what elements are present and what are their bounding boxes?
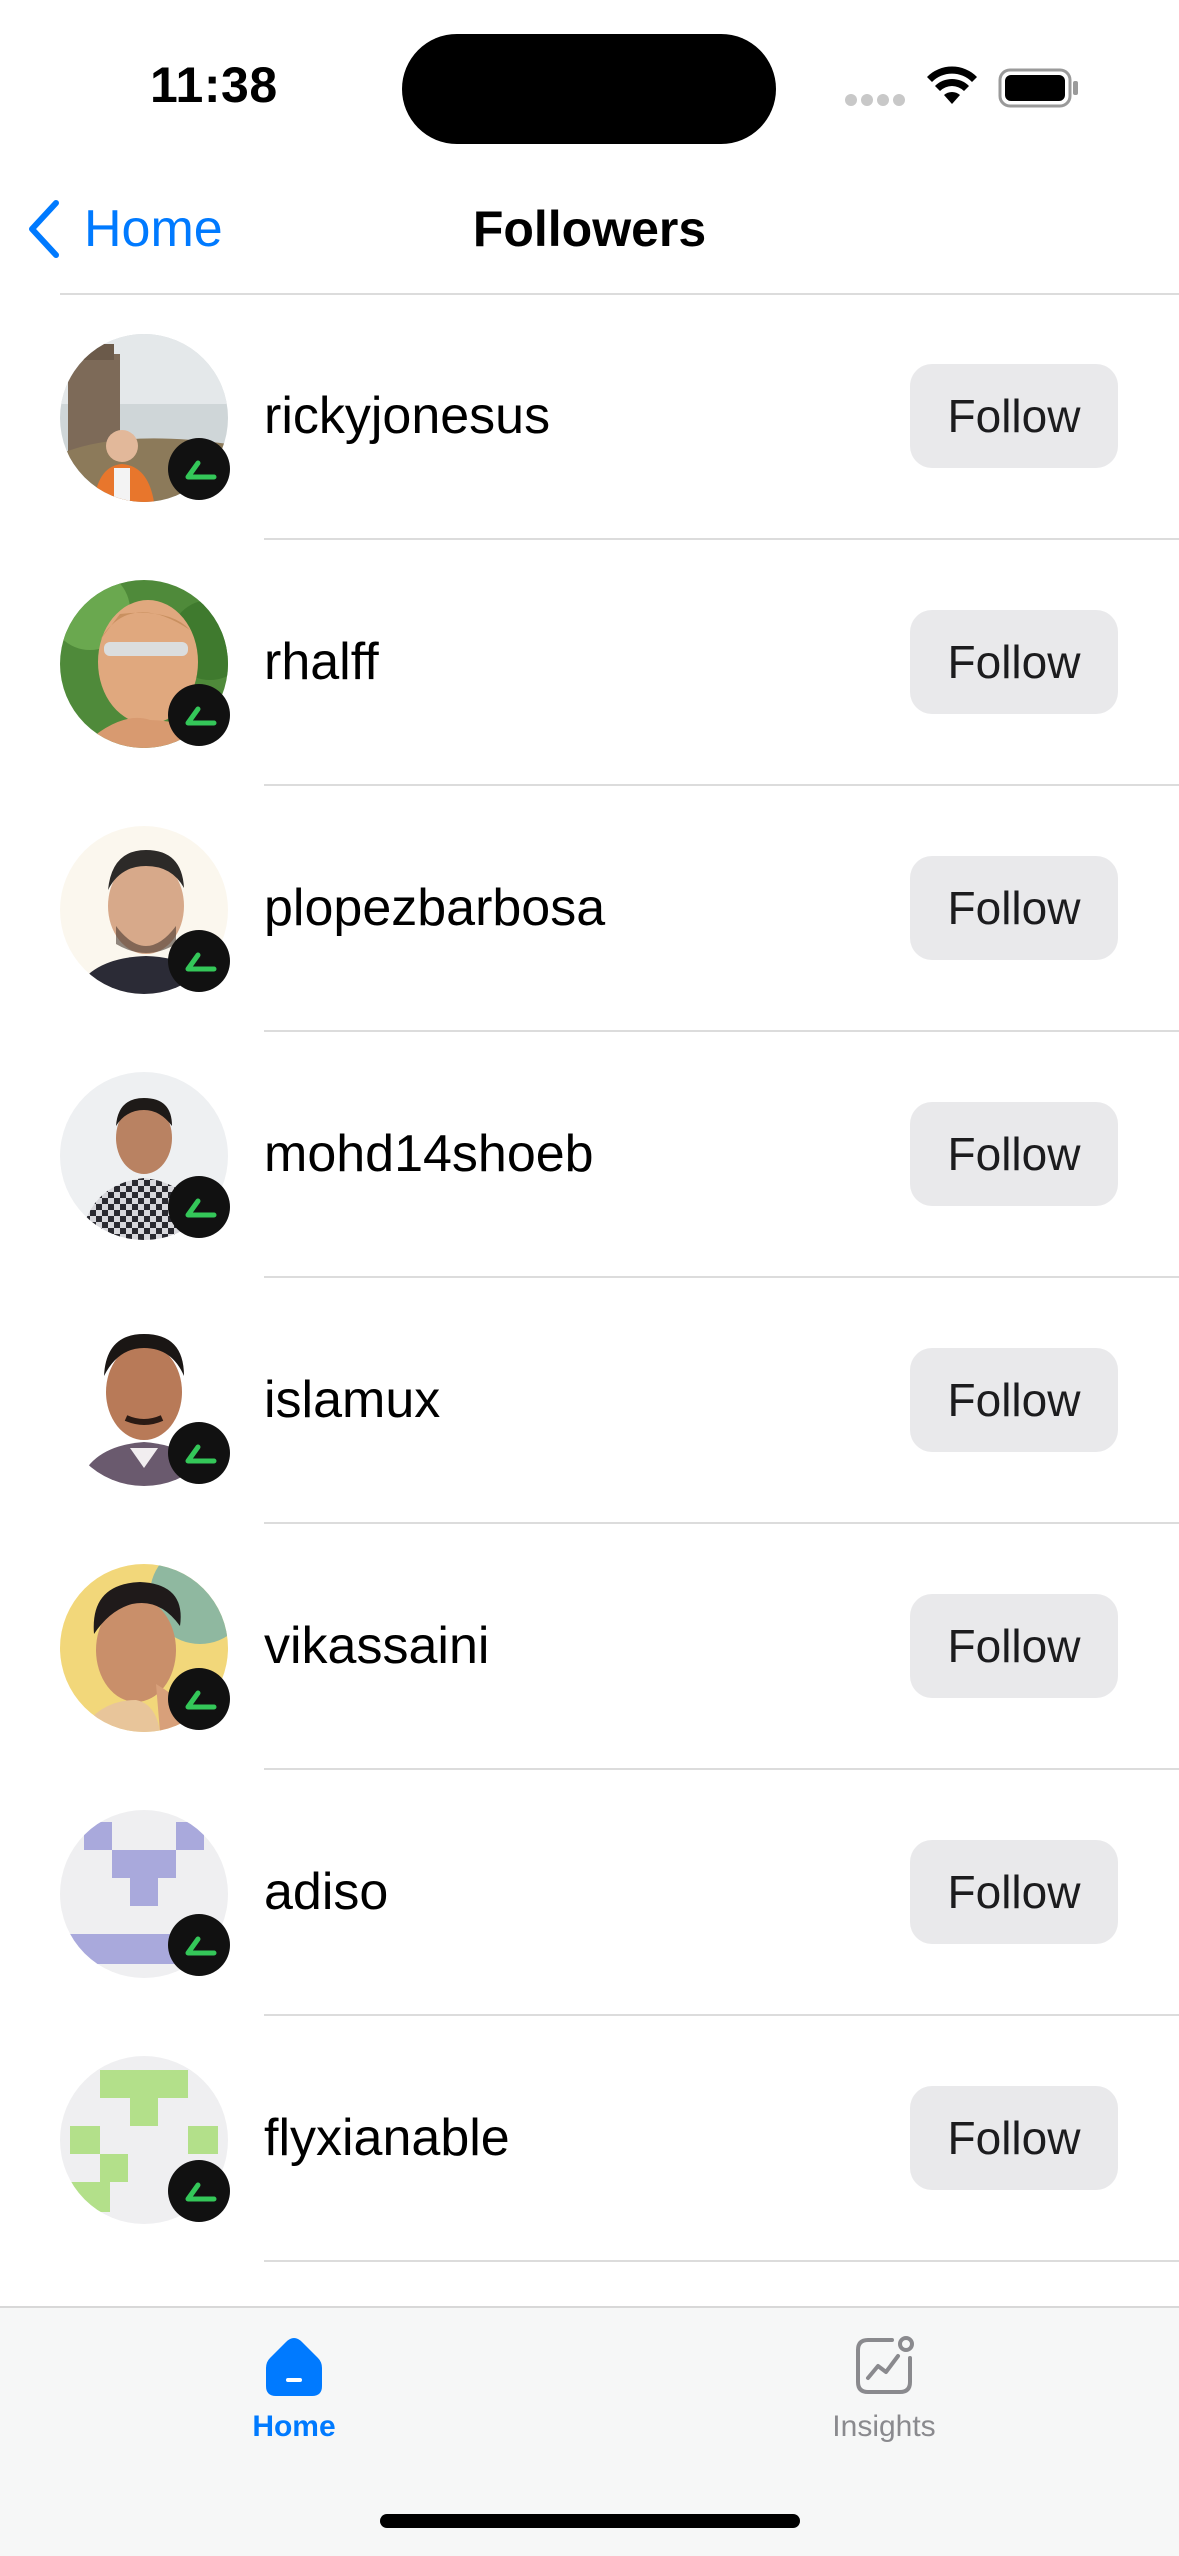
insights-chart-icon xyxy=(856,2336,914,2394)
follow-button[interactable]: Follow xyxy=(910,1348,1118,1452)
follows-you-badge-icon xyxy=(168,684,230,746)
follower-row[interactable]: adiso Follow xyxy=(0,1770,1179,2016)
row-divider xyxy=(264,2260,1179,2262)
navigation-bar: Home Followers xyxy=(0,170,1179,295)
username[interactable]: flyxianable xyxy=(264,2108,510,2168)
battery-icon xyxy=(998,68,1078,108)
home-indicator xyxy=(380,2514,800,2528)
follower-row[interactable]: rickyjonesus Follow xyxy=(0,294,1179,540)
follow-button[interactable]: Follow xyxy=(910,2086,1118,2190)
follower-row[interactable]: rhalff Follow xyxy=(0,540,1179,786)
wifi-icon xyxy=(927,66,977,104)
follow-button[interactable]: Follow xyxy=(910,856,1118,960)
follower-row[interactable]: islamux Follow xyxy=(0,1278,1179,1524)
follows-you-badge-icon xyxy=(168,1176,230,1238)
username[interactable]: adiso xyxy=(264,1862,388,1922)
follows-you-badge-icon xyxy=(168,438,230,500)
follower-row[interactable]: vikassaini Follow xyxy=(0,1524,1179,1770)
follow-button[interactable]: Follow xyxy=(910,610,1118,714)
follows-you-badge-icon xyxy=(168,1668,230,1730)
follows-you-badge-icon xyxy=(168,2160,230,2222)
tab-insights[interactable]: Insights xyxy=(734,2334,1034,2444)
home-icon xyxy=(266,2338,322,2396)
cellular-signal-icon xyxy=(845,94,905,106)
follows-you-badge-icon xyxy=(168,1914,230,1976)
tab-home[interactable]: Home xyxy=(144,2334,444,2444)
username[interactable]: islamux xyxy=(264,1370,440,1430)
username[interactable]: vikassaini xyxy=(264,1616,489,1676)
tab-home-label: Home xyxy=(252,2410,336,2443)
username[interactable]: mohd14shoeb xyxy=(264,1124,594,1184)
followers-list: rickyjonesus Follow rhalff Follow plopez… xyxy=(0,294,1179,2262)
follow-button[interactable]: Follow xyxy=(910,1840,1118,1944)
username[interactable]: plopezbarbosa xyxy=(264,878,605,938)
page-title: Followers xyxy=(472,201,707,257)
follows-you-badge-icon xyxy=(168,930,230,992)
tab-insights-label: Insights xyxy=(832,2410,936,2443)
status-bar: 11:38 xyxy=(0,0,1179,170)
follow-button[interactable]: Follow xyxy=(910,364,1118,468)
status-time: 11:38 xyxy=(150,57,278,113)
username[interactable]: rickyjonesus xyxy=(264,386,550,446)
follower-row[interactable]: flyxianable Follow xyxy=(0,2016,1179,2262)
follows-you-badge-icon xyxy=(168,1422,230,1484)
username[interactable]: rhalff xyxy=(264,632,379,692)
follower-row[interactable]: plopezbarbosa Follow xyxy=(0,786,1179,1032)
follow-button[interactable]: Follow xyxy=(910,1102,1118,1206)
dynamic-island xyxy=(402,34,776,144)
follow-button[interactable]: Follow xyxy=(910,1594,1118,1698)
follower-row[interactable]: mohd14shoeb Follow xyxy=(0,1032,1179,1278)
